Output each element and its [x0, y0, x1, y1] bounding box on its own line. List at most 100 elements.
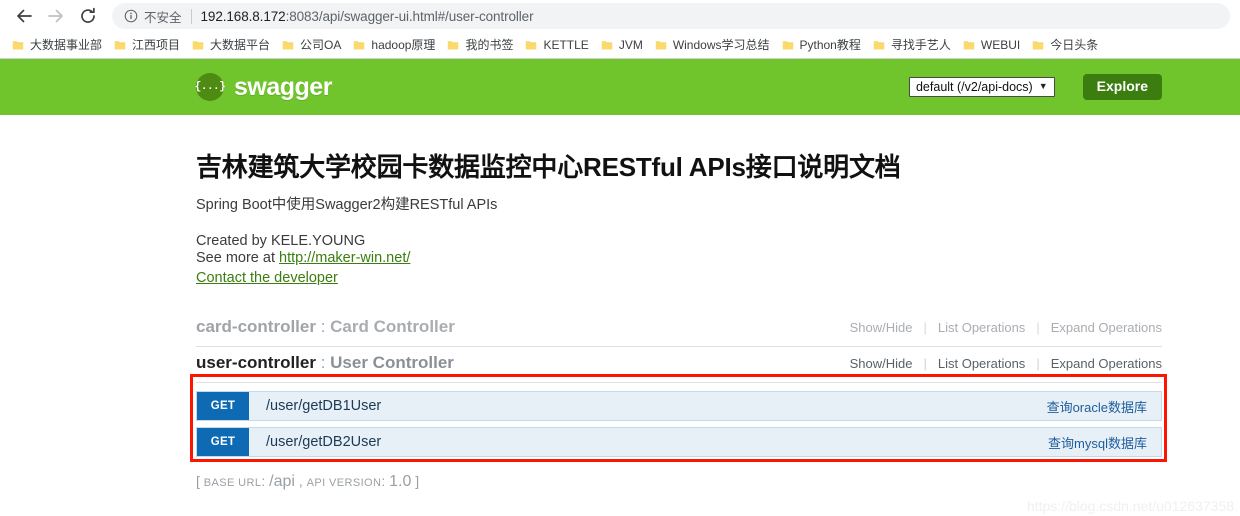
folder-icon: [448, 41, 459, 50]
folder-icon: [873, 41, 885, 50]
api-docs-select[interactable]: default (/v2/api-docs) ▼: [908, 76, 1055, 97]
bookmark-item[interactable]: 今日头条: [1026, 34, 1104, 56]
see-more-prefix: See more at: [196, 250, 280, 267]
api-version-separator: :: [381, 473, 390, 490]
url-path: :8083/api/swagger-ui.html#/user-controll…: [285, 8, 534, 24]
see-more-line: See more at http://maker-win.net/: [196, 250, 1162, 267]
bookmark-item[interactable]: 公司OA: [276, 34, 347, 56]
browser-toolbar: 不安全 192.168.8.172:8083/api/swagger-ui.ht…: [0, 0, 1240, 32]
forward-button[interactable]: [42, 2, 70, 30]
list-operations-link[interactable]: List Operations: [927, 320, 1036, 335]
folder-icon: [655, 41, 667, 50]
endpoint-description: 查询oracle数据库: [1046, 399, 1147, 415]
page-wrapper: 不安全 192.168.8.172:8083/api/swagger-ui.ht…: [0, 0, 1240, 516]
bookmark-item[interactable]: 大数据事业部: [6, 34, 108, 56]
base-url-separator: :: [261, 473, 270, 490]
bookmark-label: 大数据事业部: [30, 38, 103, 52]
resource-description: Card Controller: [330, 317, 455, 337]
http-method-badge[interactable]: GET: [197, 428, 249, 457]
resource-id[interactable]: card-controller: [196, 317, 316, 336]
endpoint-path[interactable]: /user/getDB2User: [249, 428, 1048, 456]
show-hide-link[interactable]: Show/Hide: [839, 356, 924, 371]
folder-icon: [192, 41, 204, 50]
bookmark-label: 大数据平台: [210, 38, 271, 52]
bookmark-label: KETTLE: [543, 38, 589, 52]
info-circle-icon: [124, 9, 138, 23]
bookmark-label: Windows学习总结: [672, 38, 770, 52]
main-content: 吉林建筑大学校园卡数据监控中心RESTful APIs接口说明文档 Spring…: [0, 147, 1240, 492]
bookmark-item[interactable]: 江西项目: [108, 34, 186, 56]
expand-operations-link[interactable]: Expand Operations: [1040, 356, 1162, 371]
contact-developer-link[interactable]: Contact the developer: [196, 270, 338, 286]
chevron-down-icon: ▼: [1038, 81, 1048, 92]
endpoint-description: 查询mysql数据库: [1048, 435, 1147, 451]
resource-card-controller[interactable]: card-controller : Card Controller Show/H…: [196, 311, 1162, 348]
bookmark-label: 公司OA: [300, 38, 342, 52]
swagger-logo[interactable]: {...} swagger: [195, 73, 332, 102]
resource-separator: :: [315, 317, 331, 337]
doc-meta: Created by KELE.YOUNG See more at http:/…: [196, 233, 1162, 287]
bookmark-item[interactable]: KETTLE: [519, 34, 594, 56]
header-controls: default (/v2/api-docs) ▼ Explore: [908, 74, 1162, 100]
swagger-braces-icon: {...}: [195, 73, 226, 101]
contact-developer-line: Contact the developer: [196, 270, 1162, 287]
browser-chrome: 不安全 192.168.8.172:8083/api/swagger-ui.ht…: [0, 0, 1240, 59]
explore-button[interactable]: Explore: [1082, 74, 1162, 100]
created-by-line: Created by KELE.YOUNG: [196, 233, 366, 249]
footer-open-bracket: [: [196, 473, 204, 490]
bookmark-item[interactable]: WEBUI: [957, 34, 1026, 56]
list-operations-link[interactable]: List Operations: [927, 356, 1036, 371]
bookmark-item[interactable]: hadoop原理: [347, 34, 441, 56]
folder-icon: [354, 41, 365, 50]
reload-button[interactable]: [74, 2, 102, 30]
folder-icon: [601, 41, 613, 50]
page-subtitle: Spring Boot中使用Swagger2构建RESTful APIs: [196, 197, 498, 213]
endpoint-path[interactable]: /user/getDB1User: [249, 392, 1047, 420]
bookmark-label: 江西项目: [132, 38, 181, 52]
expand-operations-link[interactable]: Expand Operations: [1040, 320, 1162, 335]
bookmark-label: 我的书签: [465, 38, 514, 52]
bookmark-label: 寻找手艺人: [890, 38, 951, 52]
arrow-right-icon: [48, 9, 63, 23]
http-method-badge[interactable]: GET: [197, 392, 249, 421]
show-hide-link[interactable]: Show/Hide: [839, 320, 924, 335]
folder-icon: [114, 41, 126, 50]
folder-icon: [282, 41, 294, 50]
bookmark-item[interactable]: 大数据平台: [186, 34, 276, 56]
footer-comma: ,: [294, 473, 307, 490]
see-more-link[interactable]: http://maker-win.net/: [279, 250, 410, 266]
address-bar[interactable]: 不安全 192.168.8.172:8083/api/swagger-ui.ht…: [112, 3, 1230, 29]
resource-operations: Show/Hide | List Operations | Expand Ope…: [839, 320, 1162, 335]
security-chip[interactable]: 不安全: [124, 7, 182, 26]
base-url-label: BASE URL: [203, 477, 262, 490]
back-button[interactable]: [10, 2, 38, 30]
folder-icon: [1032, 41, 1044, 50]
arrow-left-icon: [17, 9, 32, 23]
bookmark-label: WEBUI: [980, 38, 1021, 52]
bookmark-label: 今日头条: [1050, 38, 1099, 52]
resource-user-controller[interactable]: user-controller : User Controller Show/H…: [196, 347, 1162, 384]
omnibox-divider: [190, 8, 192, 24]
security-status-label: 不安全: [144, 10, 182, 25]
bookmark-item[interactable]: Windows学习总结: [649, 34, 776, 56]
bookmark-item[interactable]: 我的书签: [441, 34, 519, 56]
api-version-value: 1.0: [389, 473, 412, 491]
swagger-header-bar: {...} swagger default (/v2/api-docs) ▼ E…: [0, 59, 1240, 115]
bookmarks-bar: 大数据事业部 江西项目 大数据平台 公司OA hadoop原理 我的书签 KET…: [0, 32, 1240, 58]
endpoint-row[interactable]: GET /user/getDB2User 查询mysql数据库: [196, 427, 1162, 458]
resource-separator: :: [315, 353, 331, 373]
bookmark-label: hadoop原理: [371, 38, 436, 52]
api-version-label: API VERSION: [306, 477, 382, 490]
folder-icon: [12, 41, 24, 50]
endpoint-row[interactable]: GET /user/getDB1User 查询oracle数据库: [196, 391, 1162, 422]
resource-id[interactable]: user-controller: [196, 353, 316, 372]
watermark-text: https://blog.csdn.net/u012637358: [1026, 498, 1234, 514]
folder-icon: [963, 41, 975, 50]
folder-icon: [526, 41, 537, 50]
resource-description: User Controller: [330, 353, 454, 373]
bookmark-label: Python教程: [799, 38, 861, 52]
bookmark-item[interactable]: 寻找手艺人: [867, 34, 957, 56]
bookmark-item[interactable]: Python教程: [776, 34, 867, 56]
bookmark-item[interactable]: JVM: [595, 34, 649, 56]
base-url-value: /api: [269, 473, 295, 491]
